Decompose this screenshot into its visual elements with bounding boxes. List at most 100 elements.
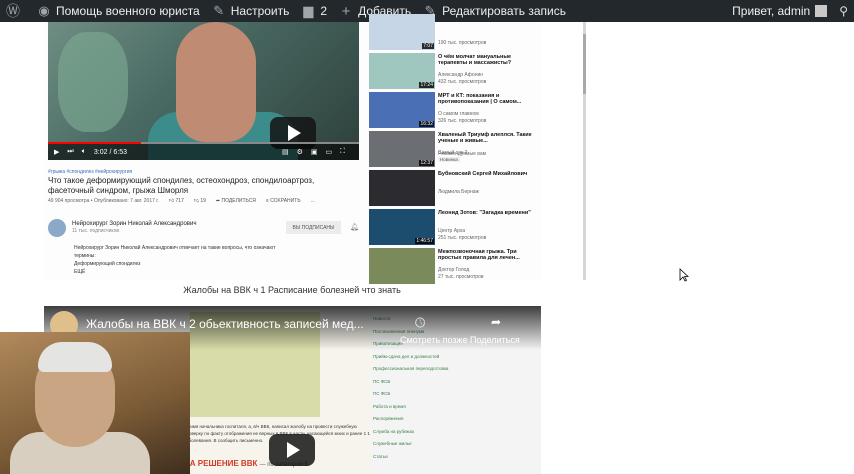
share-label[interactable]: Поделиться — [470, 335, 520, 345]
like-button[interactable]: 👍︎ 717 — [169, 198, 184, 204]
related-video-channel: Людмила Бернаж — [438, 189, 479, 195]
avatar — [815, 5, 828, 17]
related-video-item[interactable]: 7:07 190 тыс. просмотров — [369, 14, 539, 52]
related-video-channel: Доктор Голод — [438, 267, 470, 273]
mouse-cursor-icon — [679, 268, 689, 282]
theater-icon[interactable]: ▭ — [325, 148, 332, 156]
bell-icon[interactable]: 🔔︎ — [350, 223, 359, 231]
related-video-thumbnail[interactable]: 17:24 — [369, 53, 435, 89]
watch-later-label[interactable]: Смотреть позже — [400, 335, 468, 345]
related-video-views: 251 тыс. просмотров — [438, 235, 487, 241]
wp-logo-item[interactable]: Ⓦ — [0, 0, 31, 22]
settings-icon[interactable]: ⚙ — [297, 148, 303, 156]
related-video-item[interactable]: 17:24 О чём молчат мануальные терапевты и… — [369, 53, 539, 91]
presenter-face — [176, 22, 256, 142]
description-line: Нейрохирург Зорин Николай Александрович … — [74, 245, 276, 251]
related-video-channel: Александр Афонин — [438, 72, 484, 78]
clock-icon[interactable]: 🕓︎ — [415, 315, 429, 331]
speaker-hair — [38, 342, 112, 372]
video-title-2[interactable]: Жалобы на ВВК ч 2 обьективность записей … — [86, 317, 364, 331]
save-button[interactable]: ≡ СОХРАНИТЬ — [266, 198, 301, 204]
video-duration: 16:32 — [419, 121, 434, 127]
related-video-item[interactable]: 12:37 Хваленый Триумф алеплся. Такие учен… — [369, 131, 539, 169]
video-meta: 49 904 просмотра • Опубликовано: 7 авг. … — [48, 198, 366, 204]
menu-item: ПС ФСБ — [373, 391, 391, 396]
comment-icon: ▆ — [303, 3, 314, 18]
video-description: Нейрохирург Зорин Николай Александрович … — [74, 244, 354, 276]
play-button-2[interactable] — [269, 434, 315, 466]
related-video-views: 326 тыс. просмотров — [438, 118, 487, 124]
time-display: 3:02 / 6:53 — [93, 148, 127, 156]
next-icon[interactable]: ⏭ — [67, 148, 73, 156]
plus-icon: + — [341, 2, 351, 20]
menu-item: Статьи — [373, 453, 388, 459]
video-duration: 7:07 — [422, 43, 434, 49]
video-player-1[interactable]: ▶ ⏭ 🔈︎ 3:02 / 6:53 ▤ ⚙ ▣ ▭ ⛶ — [48, 22, 359, 160]
customize-item[interactable]: ✎ Настроить — [206, 0, 296, 22]
related-video-title[interactable]: Леонид Зотов: "Загадка времени" — [438, 210, 538, 216]
related-videos: 7:07 190 тыс. просмотров 17:24 О чём молчат… — [369, 14, 539, 284]
comments-item[interactable]: ▆ 2 — [295, 0, 333, 22]
related-video-thumbnail[interactable]: 12:37 — [369, 131, 435, 167]
player-controls: ▶ ⏭ 🔈︎ 3:02 / 6:53 ▤ ⚙ ▣ ▭ ⛶ — [48, 144, 359, 160]
site-name-item[interactable]: ◉ Помощь военного юриста — [31, 0, 206, 22]
plant-background — [58, 32, 128, 132]
page-content: ▶ ⏭ 🔈︎ 3:02 / 6:53 ▤ ⚙ ▣ ▭ ⛶ #грыжа #спо… — [0, 14, 854, 474]
captions-icon[interactable]: ▤ — [282, 148, 289, 156]
description-line: термины: — [74, 253, 96, 259]
share-button[interactable]: ➦ ПОДЕЛИТЬСЯ — [216, 198, 256, 204]
fullscreen-icon[interactable]: ⛶ — [340, 148, 345, 156]
webcam-overlay — [0, 332, 190, 474]
menu-item: Служба на рубежах — [373, 428, 415, 434]
my-account-item[interactable]: Привет, admin — [726, 0, 833, 22]
related-video-item[interactable]: Межпозвоночная грыжа. Три простых правил… — [369, 248, 539, 286]
scrollbar-thumb[interactable] — [583, 34, 586, 94]
related-video-thumbnail[interactable]: 7:07 — [369, 14, 435, 50]
video-embed-1: ▶ ⏭ 🔈︎ 3:02 / 6:53 ▤ ⚙ ▣ ▭ ⛶ #грыжа #спо… — [44, 14, 586, 284]
video-caption-1: Жалобы на ВВК ч 1 Расписание болезней чт… — [183, 285, 401, 295]
related-video-thumbnail[interactable]: 16:32 — [369, 92, 435, 128]
related-video-title[interactable]: О чём молчат мануальные терапевты и масс… — [438, 54, 538, 66]
menu-item: Служебные жилье — [373, 441, 412, 446]
related-video-item[interactable]: Бубновский Сергей Михайлович Людмила Берн… — [369, 170, 539, 208]
menu-item: Профессиональная переподготовка — [373, 366, 449, 371]
menu-item: Работа и время — [373, 403, 406, 409]
related-video-title[interactable]: Хваленый Триумф алеплся. Такие ученые и … — [438, 132, 538, 144]
related-video-thumbnail[interactable] — [369, 170, 435, 206]
miniplayer-icon[interactable]: ▣ — [311, 148, 318, 156]
hashtags[interactable]: #грыжа #спондилез #нейрохирургия — [48, 169, 132, 175]
related-video-views: 27 тыс. просмотров — [438, 274, 484, 280]
play-icon — [287, 442, 300, 458]
menu-item: Распоряжения — [373, 416, 404, 421]
play-control-icon[interactable]: ▶ — [54, 148, 59, 156]
related-video-thumbnail[interactable]: 1:46:57 — [369, 209, 435, 245]
channel-name[interactable]: Нейрохирург Зорин Николай Александрович — [72, 221, 196, 227]
dashboard-icon: ◉ — [38, 3, 50, 18]
greeting: Привет, admin — [732, 4, 811, 18]
related-video-title[interactable]: Межпозвоночная грыжа. Три простых правил… — [438, 249, 538, 261]
related-video-views: 190 тыс. просмотров — [438, 40, 487, 46]
related-video-title[interactable]: Бубновский Сергей Михайлович — [438, 171, 538, 177]
site-name: Помощь военного юриста — [56, 4, 200, 18]
show-more-link[interactable]: ЕЩЁ — [74, 268, 354, 276]
channel-avatar[interactable] — [48, 219, 66, 237]
related-video-thumbnail[interactable] — [369, 248, 435, 284]
customize-label: Настроить — [230, 4, 290, 18]
volume-icon[interactable]: 🔈︎ — [82, 148, 86, 156]
search-item[interactable]: ⚲ — [833, 0, 854, 22]
video-duration: 12:37 — [419, 160, 434, 166]
related-video-channel: Центр Арха — [438, 228, 465, 234]
related-video-title[interactable]: МРТ и КТ: показания и противопоказания |… — [438, 93, 538, 105]
related-video-item[interactable]: 16:32 МРТ и КТ: показания и противопоказа… — [369, 92, 539, 130]
menu-item: ПС ФСБ — [373, 378, 391, 384]
related-video-item[interactable]: 1:46:57 Леонид Зотов: "Загадка времени" Це… — [369, 209, 539, 247]
share-icon[interactable]: ➦ — [491, 315, 501, 329]
views-date: 49 904 просмотра • Опубликовано: 7 авг. … — [48, 198, 159, 204]
video-duration: 1:46:57 — [415, 238, 434, 244]
brush-icon: ✎ — [213, 3, 225, 18]
more-button[interactable]: ... — [311, 198, 315, 204]
description-line: Деформирующий спондилез — [74, 261, 141, 267]
subscribed-button[interactable]: ВЫ ПОДПИСАНЫ — [286, 221, 341, 234]
new-badge: Новинка — [438, 157, 460, 162]
dislike-button[interactable]: 👎︎ 19 — [194, 198, 206, 204]
